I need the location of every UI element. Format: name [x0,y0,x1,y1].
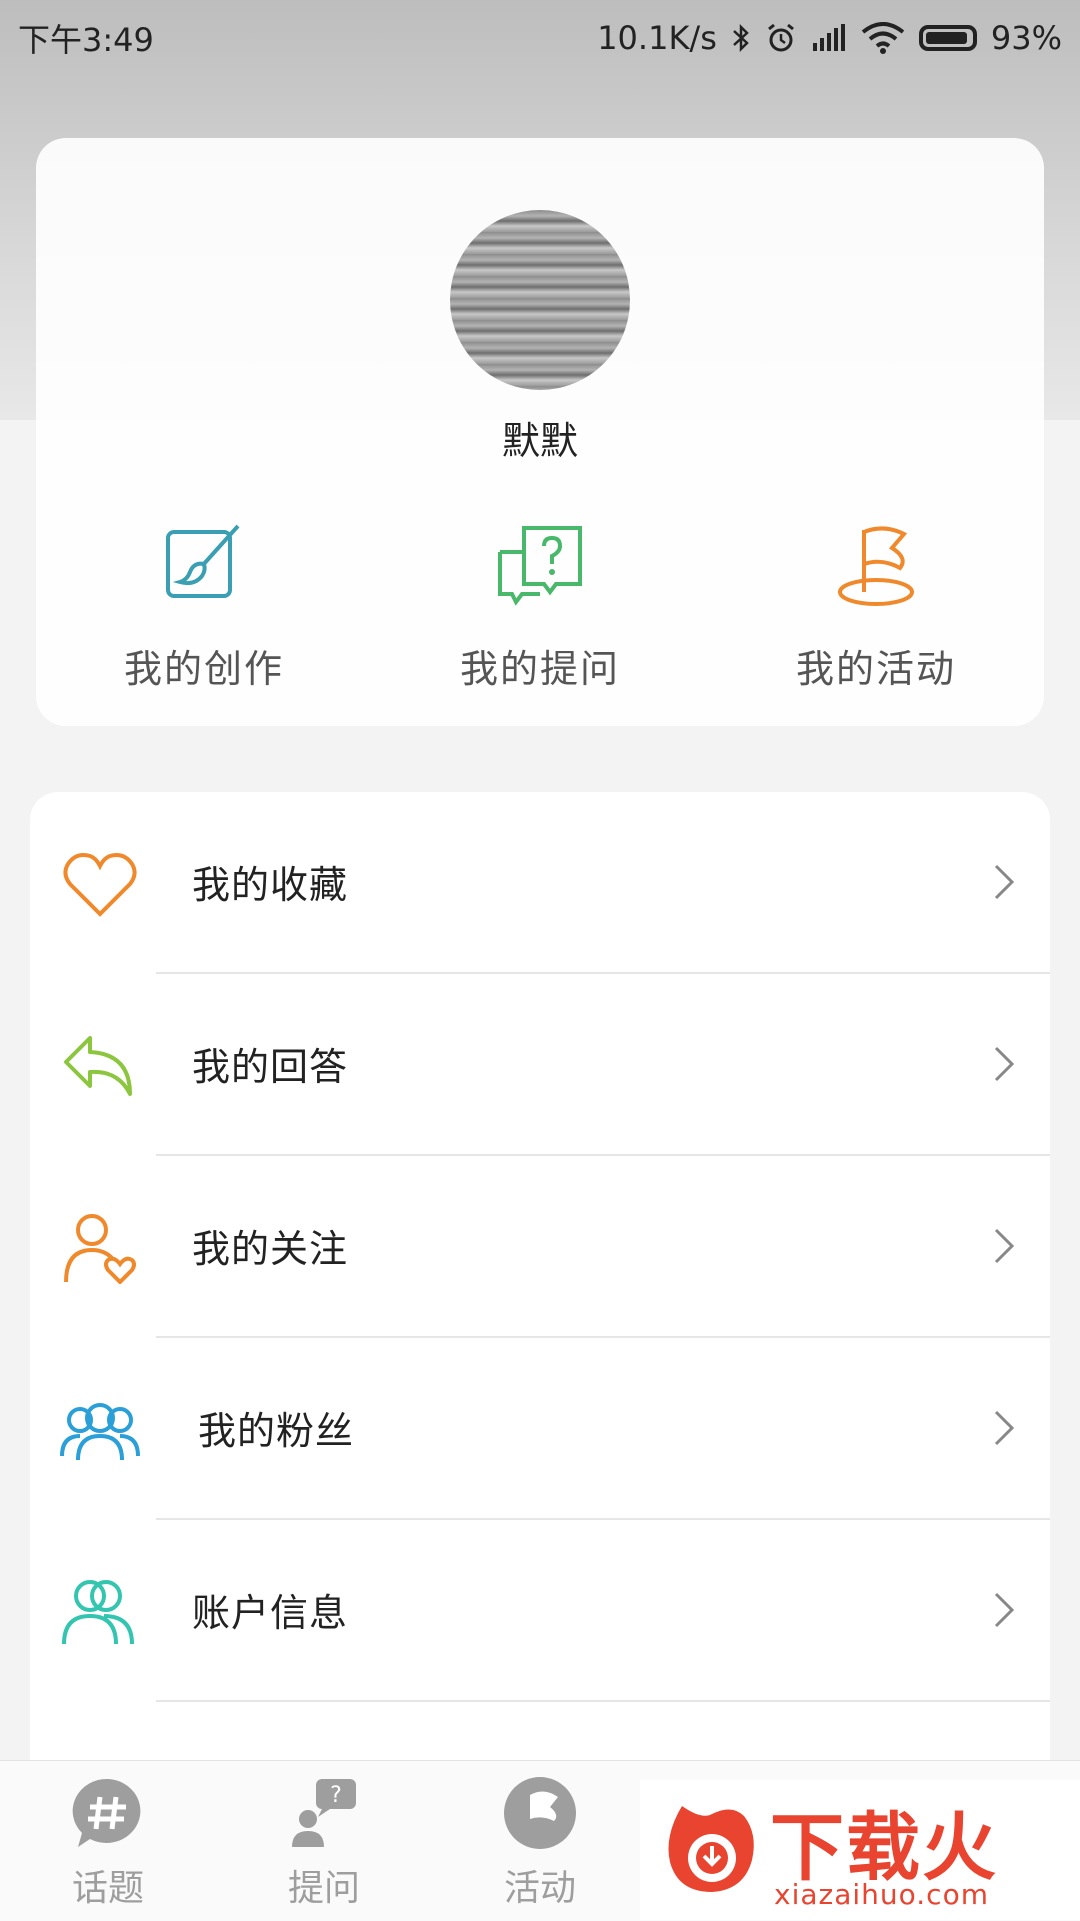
menu-item-following[interactable]: 我的关注 [30,1156,1050,1338]
quick-action-creation[interactable]: 我的创作 [36,518,372,698]
ask-person-icon: ? [292,1779,356,1847]
svg-text:?: ? [330,1783,342,1808]
tab-label: 话题 [71,1868,144,1909]
chevron-right-icon [994,864,1015,900]
heart-icon [63,853,137,917]
chevron-right-icon [994,1046,1015,1082]
status-time: 下午3:49 [18,21,154,59]
menu-list: 我的收藏 我的回答 我的关注 我的粉丝 账户信息 [30,792,1050,1792]
wifi-icon [861,22,905,54]
chevron-right-icon [994,1410,1015,1446]
menu-item-favorites[interactable]: 我的收藏 [30,792,1050,974]
chevron-right-icon [994,1592,1015,1628]
username: 默默 [501,419,578,463]
watermark: 下载火 xiazaihuo.com [640,1780,1080,1920]
divider [156,1700,1050,1702]
menu-item-label: 我的粉丝 [198,1409,355,1453]
menu-item-answers[interactable]: 我的回答 [30,974,1050,1156]
tab-label: 活动 [503,1868,576,1909]
battery-icon [918,25,977,51]
menu-item-label: 我的关注 [192,1227,349,1271]
menu-item-account[interactable]: 账户信息 [30,1520,1050,1702]
tab-label: 提问 [287,1868,360,1909]
quick-action-label: 我的创作 [123,647,284,691]
profile-card: 默默 我的创作 我的提问 我的活动 [36,138,1044,726]
flame-logo-icon [668,1806,754,1892]
tab-topics[interactable]: 话题 [0,1761,216,1921]
status-bar: 下午3:49 10.1K/s 93% [0,0,1080,76]
hashtag-bubble-icon [72,1778,141,1847]
question-bubbles-icon [498,526,582,606]
battery-percent: 93% [990,19,1062,57]
quick-action-activities[interactable]: 我的活动 [708,518,1044,698]
brush-canvas-icon [166,524,240,598]
chevron-right-icon [994,1228,1015,1264]
reply-arrow-icon [64,1036,132,1096]
tab-ask[interactable]: ? 提问 [216,1761,432,1921]
flag-circle-icon [504,1777,576,1849]
status-indicators: 10.1K/s 93% [597,19,1062,57]
account-icon [62,1580,134,1645]
quick-action-label: 我的提问 [459,647,620,691]
menu-item-label: 我的回答 [192,1045,349,1089]
quick-action-questions[interactable]: 我的提问 [372,518,708,698]
tab-activities[interactable]: 活动 [432,1761,648,1921]
menu-item-fans[interactable]: 我的粉丝 [30,1338,1050,1520]
bluetooth-icon [733,23,749,53]
network-speed: 10.1K/s [597,19,717,57]
signal-icon [812,24,845,51]
alarm-icon [767,23,794,52]
quick-action-label: 我的活动 [795,647,956,691]
avatar[interactable] [450,210,630,390]
flag-icon [838,526,914,606]
user-heart-icon [64,1214,136,1284]
users-icon [60,1403,140,1461]
watermark-url: xiazaihuo.com [774,1878,989,1911]
menu-item-label: 账户信息 [192,1591,349,1635]
battery-level [925,32,967,44]
menu-item-label: 我的收藏 [192,863,349,907]
